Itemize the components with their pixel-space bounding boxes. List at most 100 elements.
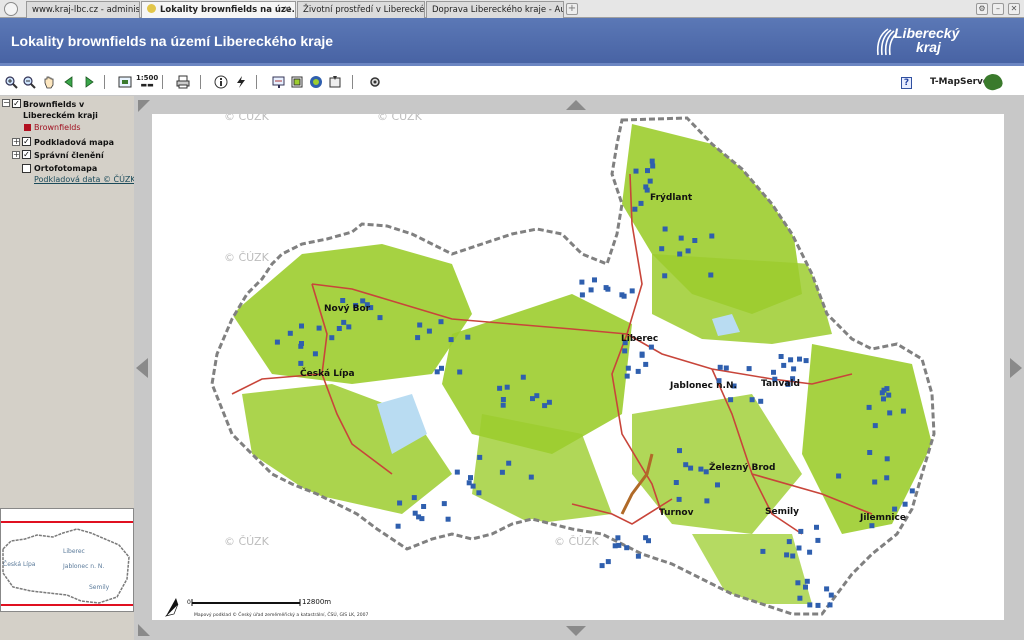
layer-podkladova-mapa[interactable]: Podkladová mapa (34, 138, 114, 147)
collapse-icon[interactable]: − (2, 99, 10, 107)
brownfield-marker[interactable] (708, 272, 714, 278)
close-window-icon[interactable]: ✕ (1008, 3, 1020, 15)
brownfield-marker[interactable] (588, 287, 594, 293)
brownfield-marker[interactable] (457, 369, 463, 375)
brownfield-marker[interactable] (312, 351, 318, 357)
scale-1-500-button[interactable]: 1:500 ▬▬ (136, 75, 158, 89)
hyperlink-icon[interactable] (234, 75, 248, 89)
brownfield-marker[interactable] (329, 335, 335, 341)
brownfield-marker[interactable] (635, 368, 641, 374)
brownfield-marker[interactable] (749, 397, 755, 403)
brownfield-marker[interactable] (807, 549, 813, 555)
brownfield-marker[interactable] (599, 563, 605, 569)
brownfield-marker[interactable] (836, 473, 842, 479)
brownfield-marker[interactable] (723, 365, 729, 371)
brownfield-marker[interactable] (866, 404, 872, 410)
brownfield-marker[interactable] (704, 498, 710, 504)
brownfield-marker[interactable] (662, 226, 668, 232)
brownfield-marker[interactable] (624, 545, 630, 551)
expand-icon[interactable]: + (12, 138, 20, 146)
brownfield-marker[interactable] (790, 553, 796, 559)
brownfield-marker[interactable] (603, 285, 609, 291)
brownfield-marker[interactable] (786, 539, 792, 545)
brownfield-marker[interactable] (419, 516, 425, 522)
brownfield-marker[interactable] (470, 483, 476, 489)
brownfield-marker[interactable] (781, 362, 787, 368)
brownfield-marker[interactable] (439, 365, 444, 371)
brownfield-marker[interactable] (635, 553, 641, 559)
brownfield-marker[interactable] (796, 545, 802, 551)
brownfield-marker[interactable] (902, 501, 908, 507)
info-icon[interactable] (214, 75, 228, 89)
layer-checkbox-ortofotomapa[interactable] (22, 164, 31, 173)
brownfield-marker[interactable] (683, 462, 689, 468)
pan-south-icon[interactable] (566, 626, 586, 636)
brownfield-marker[interactable] (677, 251, 683, 257)
brownfield-marker[interactable] (316, 325, 322, 331)
brownfield-marker[interactable] (622, 348, 628, 354)
brownfield-marker[interactable] (605, 559, 611, 565)
brownfield-marker[interactable] (395, 523, 401, 529)
tab-close-icon[interactable]: ✕ (283, 2, 291, 18)
brownfield-marker[interactable] (867, 450, 873, 455)
brownfield-marker[interactable] (377, 315, 383, 321)
brownfield-marker[interactable] (476, 490, 482, 496)
brownfield-marker[interactable] (715, 482, 720, 488)
brownfield-marker[interactable] (645, 168, 650, 174)
tab-brownfields[interactable]: Lokality brownfields na úze... ✕ (141, 1, 296, 18)
brownfield-marker[interactable] (728, 397, 734, 403)
data-source-link[interactable]: Podkladová data © ČÚZK (34, 175, 136, 184)
brownfield-marker[interactable] (417, 322, 423, 328)
brownfield-marker[interactable] (579, 292, 585, 298)
brownfield-marker[interactable] (298, 360, 304, 366)
brownfield-marker[interactable] (426, 328, 432, 334)
layer-ortofotomapa[interactable]: Ortofotomapa (34, 164, 97, 173)
brownfield-marker[interactable] (506, 460, 512, 466)
brownfield-marker[interactable] (341, 319, 347, 325)
brownfield-marker[interactable] (791, 366, 797, 372)
new-tab-button[interactable]: + (566, 3, 578, 15)
brownfield-marker[interactable] (287, 330, 293, 336)
brownfield-marker[interactable] (629, 288, 635, 294)
next-view-icon[interactable] (82, 75, 96, 89)
brownfield-marker[interactable] (274, 339, 280, 345)
brownfield-marker[interactable] (624, 373, 630, 379)
previous-view-icon[interactable] (62, 75, 76, 89)
zoom-in-icon[interactable] (4, 75, 18, 89)
layer-checkbox-brownfields[interactable]: ✓ (12, 99, 21, 108)
brownfield-marker[interactable] (881, 387, 887, 393)
brownfield-marker[interactable] (638, 200, 644, 206)
export-icon[interactable] (328, 75, 342, 89)
brownfield-marker[interactable] (650, 163, 656, 169)
brownfield-marker[interactable] (814, 524, 819, 530)
minimize-icon[interactable]: – (992, 3, 1004, 15)
brownfield-marker[interactable] (612, 543, 618, 549)
brownfield-marker[interactable] (434, 369, 440, 375)
brownfield-marker[interactable] (788, 357, 794, 363)
brownfield-marker[interactable] (528, 474, 534, 480)
tab-zivotni-prostredi[interactable]: Životní prostředí v Libereckém kraji (297, 1, 425, 18)
brownfield-marker[interactable] (649, 158, 655, 164)
pan-east-icon[interactable] (1010, 358, 1022, 378)
help-button[interactable]: ? (901, 77, 912, 89)
pan-north-icon[interactable] (566, 100, 586, 110)
brownfield-marker[interactable] (807, 602, 813, 608)
pan-northwest-icon[interactable] (138, 100, 150, 112)
brownfield-marker[interactable] (900, 408, 906, 414)
brownfield-marker[interactable] (625, 365, 631, 371)
brownfield-marker[interactable] (643, 535, 649, 541)
brownfield-marker[interactable] (465, 334, 471, 340)
brownfield-marker[interactable] (360, 298, 366, 304)
brownfield-marker[interactable] (662, 273, 668, 279)
brownfield-marker[interactable] (688, 465, 694, 471)
brownfield-marker[interactable] (797, 356, 802, 362)
brownfield-marker[interactable] (415, 335, 421, 341)
layers-icon[interactable] (290, 75, 304, 89)
brownfield-marker[interactable] (468, 475, 473, 481)
brownfield-marker[interactable] (717, 364, 723, 370)
pan-hand-icon[interactable] (42, 75, 56, 89)
brownfield-marker[interactable] (803, 358, 809, 364)
brownfield-marker[interactable] (534, 393, 540, 399)
brownfield-marker[interactable] (500, 397, 506, 402)
brownfield-marker[interactable] (477, 454, 483, 460)
